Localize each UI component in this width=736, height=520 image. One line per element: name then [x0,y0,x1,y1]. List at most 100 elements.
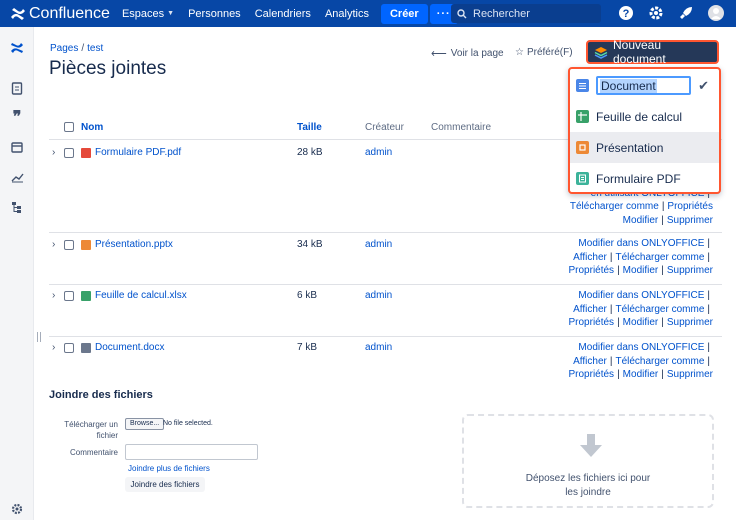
view-link[interactable]: Afficher [573,252,607,263]
modify-link[interactable]: Modifier [623,265,659,276]
column-header-name[interactable]: Nom [81,122,103,133]
nav-analytics-label: Analytics [324,7,369,20]
view-link[interactable]: Afficher [573,304,607,315]
breadcrumb-test[interactable]: test [87,43,103,54]
select-all-checkbox[interactable] [64,122,74,132]
delete-link[interactable]: Supprimer [667,215,713,226]
top-navigation-bar: Confluence Espaces ▼ Personnes Calendrier… [0,0,736,27]
row-checkbox[interactable] [64,240,74,250]
properties-link[interactable]: Propriétés [568,317,614,328]
edit-onlyoffice-link[interactable]: Modifier dans ONLYOFFICE [578,290,704,301]
page-title: Pièces jointes [49,58,167,79]
file-creator-link[interactable]: admin [365,239,392,250]
settings-gear-icon[interactable] [646,3,666,23]
search-input[interactable]: Rechercher [451,4,601,23]
file-name-link[interactable]: Formulaire PDF.pdf [95,147,181,158]
actions-separator: | [661,317,664,328]
dropdown-item-presentation[interactable]: Présentation [570,132,719,163]
confirm-check-icon[interactable]: ✔ [698,78,709,94]
nav-espaces[interactable]: Espaces ▼ [122,8,174,20]
delete-link[interactable]: Supprimer [667,317,713,328]
download-as-link[interactable]: Télécharger comme [615,356,704,367]
dropdown-item-document[interactable]: Document ✔ [570,70,719,101]
dropdown-item-spreadsheet[interactable]: Feuille de calcul [570,101,719,132]
nav-personnes[interactable]: Personnes [188,8,241,20]
view-page-link[interactable]: ⟵ Voir la page [431,47,504,60]
download-as-link[interactable]: Télécharger comme [615,252,704,263]
pages-icon[interactable] [9,80,25,96]
star-icon: ☆ [515,47,524,58]
spreadsheet-icon [576,110,589,123]
confluence-logo[interactable]: Confluence [10,5,110,23]
breadcrumb-pages[interactable]: Pages [50,43,78,54]
file-name-link[interactable]: Document.docx [95,342,164,353]
presentation-file-icon [81,240,91,250]
breadcrumb-separator: / [81,43,85,54]
file-creator-link[interactable]: admin [365,342,392,353]
layers-icon [594,46,608,59]
document-name-input[interactable]: Document [596,76,691,95]
nav-analytics[interactable]: Analytics [325,8,369,20]
row-divider [49,232,722,233]
row-checkbox[interactable] [64,343,74,353]
download-as-link[interactable]: Télécharger comme [615,304,704,315]
confluence-home-icon[interactable] [9,40,25,56]
expand-chevron-icon[interactable]: › [52,147,55,158]
notifications-rocket-icon[interactable] [676,3,696,23]
expand-chevron-icon[interactable]: › [52,239,55,250]
new-document-button[interactable]: Nouveau document [586,38,719,66]
analytics-chart-icon[interactable] [9,169,25,185]
column-header-size[interactable]: Taille [297,122,322,133]
actions-separator: | [661,265,664,276]
modify-link[interactable]: Modifier [623,215,659,226]
actions-separator: | [707,355,710,367]
settings-icon[interactable] [9,501,25,517]
actions-separator: | [617,369,620,380]
blog-quote-icon[interactable]: ❞ [9,109,25,126]
edit-onlyoffice-link[interactable]: Modifier dans ONLYOFFICE [578,342,704,353]
delete-link[interactable]: Supprimer [667,265,713,276]
nav-calendriers[interactable]: Calendriers [255,8,311,20]
favorite-label: Préféré(F) [526,47,573,58]
user-avatar[interactable] [706,3,726,23]
file-drop-zone[interactable]: Déposez les fichiers ici pour les joindr… [462,414,714,508]
hierarchy-tree-icon[interactable] [9,199,25,215]
download-as-link[interactable]: Télécharger comme [570,201,659,212]
actions-separator: | [661,201,665,212]
edit-onlyoffice-link[interactable]: Modifier dans ONLYOFFICE [578,238,704,249]
create-button[interactable]: Créer [380,3,428,24]
expand-chevron-icon[interactable]: › [52,290,55,301]
attach-files-button[interactable]: Joindre des fichiers [125,477,205,492]
properties-link[interactable]: Propriétés [568,265,614,276]
file-creator-link[interactable]: admin [365,147,392,158]
actions-separator: | [707,238,710,249]
row-checkbox[interactable] [64,148,74,158]
calendar-icon[interactable] [9,139,25,155]
drop-zone-text-line1: Déposez les fichiers ici pour [525,473,651,484]
drop-zone-text: Déposez les fichiers ici pour les joindr… [464,472,712,500]
view-link[interactable]: Afficher [573,356,607,367]
file-name-link[interactable]: Présentation.pptx [95,239,173,250]
delete-link[interactable]: Supprimer [667,369,713,380]
presentation-icon [576,141,589,154]
file-name-link[interactable]: Feuille de calcul.xlsx [95,290,187,301]
row-actions: Modifier dans ONLYOFFICE | Afficher | Téléc… [568,289,713,330]
attach-more-files-link[interactable]: Joindre plus de fichiers [128,464,210,473]
dropdown-item-pdf-form[interactable]: Formulaire PDF [570,163,719,194]
properties-link[interactable]: Propriétés [667,201,713,212]
comment-input[interactable] [125,444,258,460]
actions-separator: | [707,251,710,263]
sidebar-resize-handle[interactable] [37,332,41,342]
properties-link[interactable]: Propriétés [568,369,614,380]
favorite-link[interactable]: ☆ Préféré(F) [515,47,573,58]
expand-chevron-icon[interactable]: › [52,342,55,353]
browse-button[interactable]: Browse... [125,418,165,430]
presentation-label: Présentation [596,140,664,155]
modify-link[interactable]: Modifier [623,317,659,328]
actions-separator: | [609,303,613,315]
back-arrow-icon: ⟵ [431,48,447,60]
help-icon[interactable]: ? [616,3,636,23]
file-creator-link[interactable]: admin [365,290,392,301]
row-checkbox[interactable] [64,291,74,301]
modify-link[interactable]: Modifier [623,369,659,380]
